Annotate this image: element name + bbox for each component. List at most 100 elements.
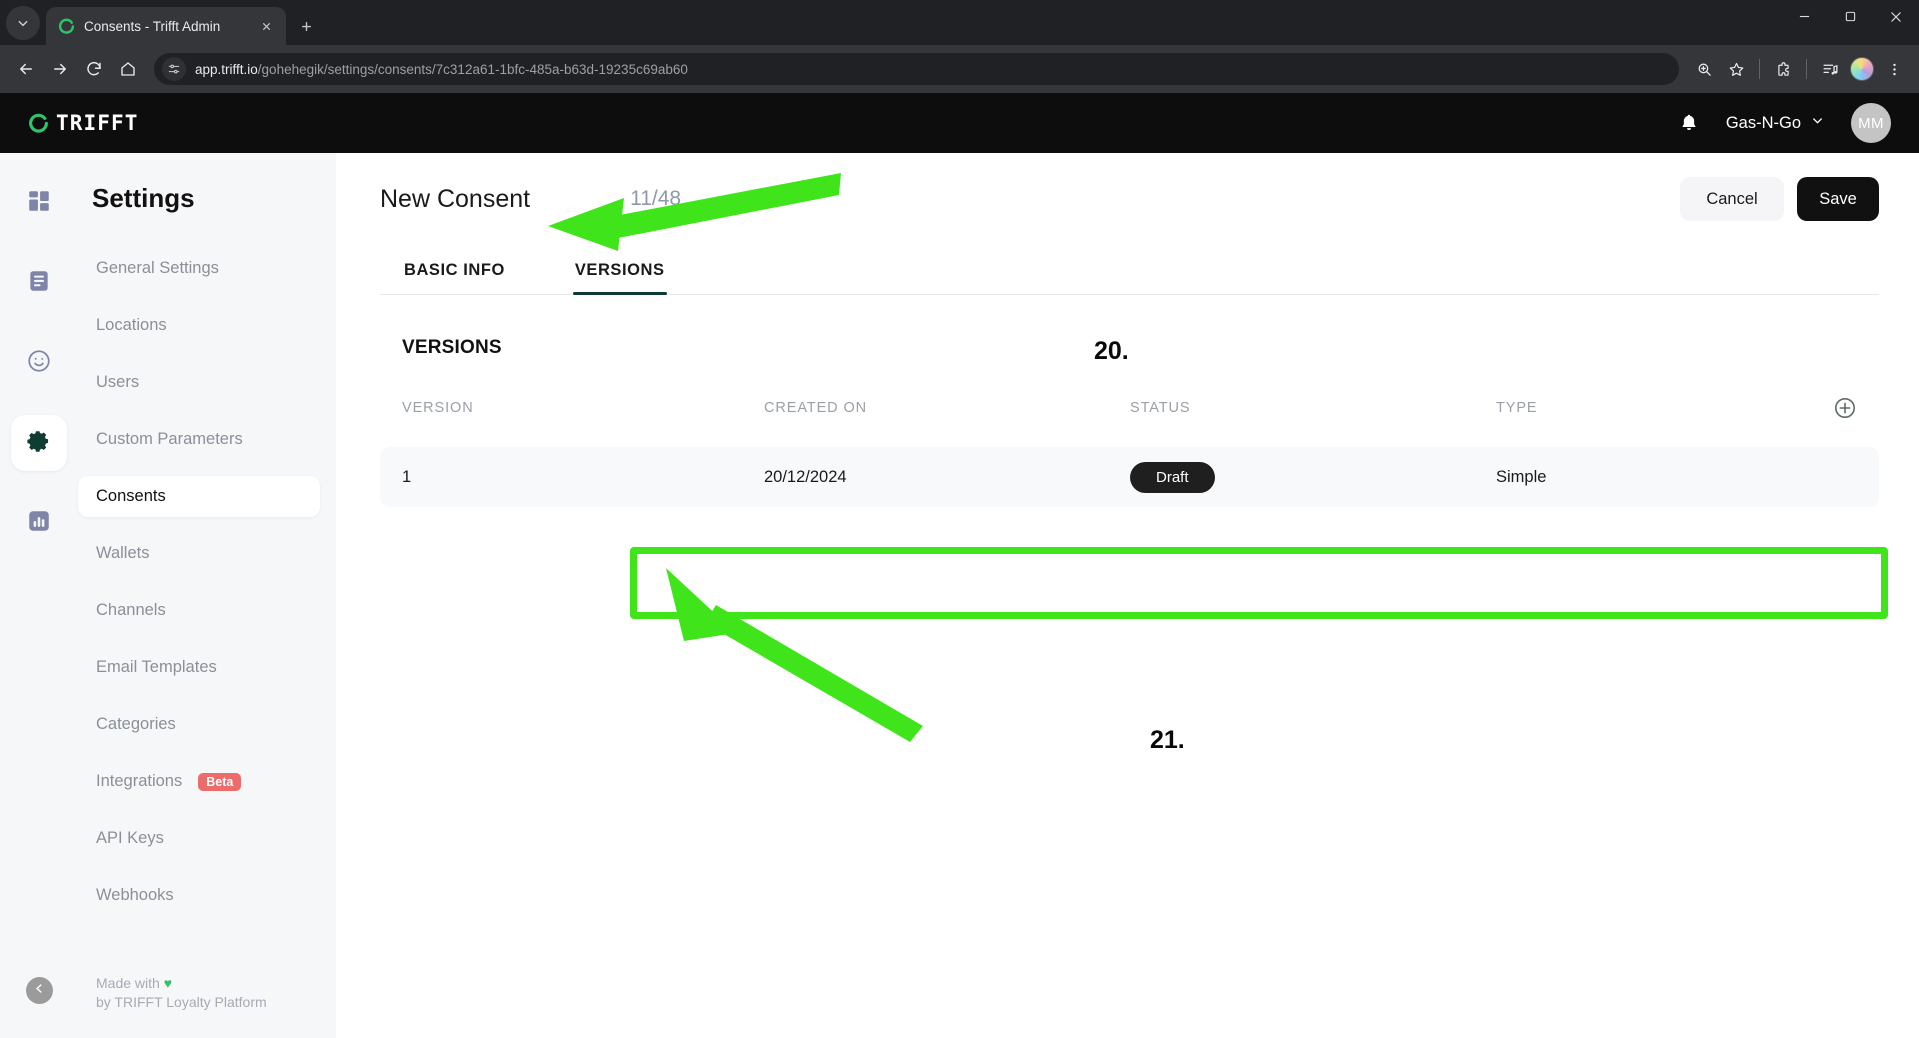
cancel-button[interactable]: Cancel bbox=[1680, 177, 1784, 221]
profile-avatar-icon[interactable] bbox=[1847, 54, 1877, 84]
org-switcher[interactable]: Gas-N-Go bbox=[1726, 113, 1825, 133]
plus-circle-icon[interactable] bbox=[1833, 396, 1857, 420]
media-playlist-icon[interactable] bbox=[1815, 54, 1845, 84]
sidebar-item-general-settings[interactable]: General Settings bbox=[78, 248, 320, 289]
trifft-admin-app: TRIFFT Gas-N-Go MM Settings General Sett… bbox=[0, 93, 1919, 1038]
sidebar-item-categories[interactable]: Categories bbox=[78, 704, 320, 745]
sidebar: Settings General Settings Locations User… bbox=[0, 153, 336, 1038]
status-badge: Draft bbox=[1130, 461, 1215, 493]
column-header-version: VERSION bbox=[402, 400, 474, 416]
close-icon[interactable] bbox=[256, 16, 276, 36]
sidebar-nav: Settings General Settings Locations User… bbox=[78, 153, 336, 1038]
bar-chart-icon bbox=[26, 508, 52, 539]
sidebar-title: Settings bbox=[92, 183, 195, 213]
org-name: Gas-N-Go bbox=[1725, 113, 1801, 132]
sidebar-item-channels[interactable]: Channels bbox=[78, 590, 320, 631]
annotation-highlight-box bbox=[630, 547, 1888, 619]
bell-icon[interactable] bbox=[1678, 112, 1700, 134]
gear-icon bbox=[26, 428, 52, 459]
page-title: New Consent bbox=[380, 184, 531, 213]
browser-tab-strip: Consents - Trifft Admin bbox=[0, 0, 1919, 45]
sidebar-item-label: API Keys bbox=[96, 829, 164, 847]
bookmark-star-icon[interactable] bbox=[1721, 54, 1751, 84]
logo-text: TRIFFT bbox=[56, 111, 139, 135]
sidebar-item-label: Users bbox=[96, 373, 140, 391]
home-icon[interactable] bbox=[112, 53, 144, 85]
sidebar-item-label: Email Templates bbox=[96, 658, 217, 676]
window-controls bbox=[1781, 0, 1919, 45]
sidebar-item-wallets[interactable]: Wallets bbox=[78, 533, 320, 574]
zoom-icon[interactable] bbox=[1689, 54, 1719, 84]
browser-window: Consents - Trifft Admin app.trifft.io/go… bbox=[0, 0, 1919, 1038]
app-body: Settings General Settings Locations User… bbox=[0, 153, 1919, 1038]
tab-search-chevron-down-icon[interactable] bbox=[6, 6, 40, 40]
minimize-icon[interactable] bbox=[1781, 0, 1827, 33]
tab-basic-info[interactable]: BASIC INFO bbox=[402, 245, 507, 294]
sidebar-item-locations[interactable]: Locations bbox=[78, 305, 320, 346]
document-icon bbox=[26, 268, 52, 299]
address-bar-url: app.trifft.io/gohehegik/settings/consent… bbox=[195, 62, 688, 77]
dashboard-grid-icon bbox=[26, 188, 52, 219]
rail-item-customers[interactable] bbox=[11, 335, 67, 391]
site-settings-tune-icon[interactable] bbox=[162, 57, 186, 81]
sidebar-item-label: General Settings bbox=[96, 259, 219, 277]
avatar[interactable]: MM bbox=[1851, 103, 1891, 143]
table-row[interactable]: 1 20/12/2024 Draft Simple bbox=[380, 447, 1879, 507]
cell-type: Simple bbox=[1496, 467, 1547, 486]
sidebar-item-webhooks[interactable]: Webhooks bbox=[78, 875, 320, 916]
save-button[interactable]: Save bbox=[1797, 177, 1879, 221]
chevron-left-icon bbox=[33, 982, 46, 1000]
page-actions: Cancel Save bbox=[1680, 177, 1879, 221]
extensions-puzzle-icon[interactable] bbox=[1768, 54, 1798, 84]
sidebar-item-api-keys[interactable]: API Keys bbox=[78, 818, 320, 859]
versions-table-header: VERSION CREATED ON STATUS TYPE bbox=[380, 391, 1879, 425]
cell-version: 1 bbox=[402, 467, 412, 486]
sidebar-item-label: Locations bbox=[96, 316, 167, 334]
browser-tab[interactable]: Consents - Trifft Admin bbox=[46, 7, 286, 45]
column-header-status: STATUS bbox=[1130, 400, 1191, 416]
sidebar-item-integrations[interactable]: Integrations Beta bbox=[78, 761, 320, 802]
app-header-actions: Gas-N-Go MM bbox=[1678, 103, 1891, 143]
rail-item-content[interactable] bbox=[11, 255, 67, 311]
back-arrow-left-icon[interactable] bbox=[10, 53, 42, 85]
trifft-logo[interactable]: TRIFFT bbox=[28, 111, 138, 135]
app-header: TRIFFT Gas-N-Go MM bbox=[0, 93, 1919, 153]
footer-platform: by TRIFFT Loyalty Platform bbox=[96, 994, 267, 1011]
address-bar[interactable]: app.trifft.io/gohehegik/settings/consent… bbox=[154, 53, 1679, 85]
sidebar-item-email-templates[interactable]: Email Templates bbox=[78, 647, 320, 688]
url-path: /gohehegik/settings/consents/7c312a61-1b… bbox=[257, 61, 688, 77]
close-icon[interactable] bbox=[1873, 0, 1919, 33]
chevron-down-icon bbox=[1810, 113, 1825, 133]
column-header-created-on: CREATED ON bbox=[764, 400, 867, 416]
toolbar-divider bbox=[1806, 59, 1807, 79]
content-tabs: BASIC INFO VERSIONS bbox=[380, 245, 1879, 295]
tab-versions[interactable]: VERSIONS bbox=[572, 245, 667, 295]
rail-item-dashboard[interactable] bbox=[11, 175, 67, 231]
sidebar-item-label: Custom Parameters bbox=[96, 430, 243, 448]
section-title-versions: VERSIONS bbox=[402, 337, 502, 358]
sidebar-item-label: Webhooks bbox=[96, 886, 174, 904]
beta-badge: Beta bbox=[198, 772, 242, 791]
three-dots-menu-icon[interactable] bbox=[1879, 54, 1909, 84]
sidebar-item-consents[interactable]: Consents bbox=[78, 476, 320, 517]
sidebar-icon-rail bbox=[0, 153, 78, 1038]
versions-table: VERSION CREATED ON STATUS TYPE 1 20/12/2… bbox=[380, 391, 1879, 507]
forward-arrow-right-icon[interactable] bbox=[44, 53, 76, 85]
maximize-icon[interactable] bbox=[1827, 0, 1873, 33]
sidebar-item-label: Integrations bbox=[96, 772, 183, 790]
avatar-initials: MM bbox=[1858, 114, 1884, 132]
browser-tab-title: Consents - Trifft Admin bbox=[84, 18, 221, 34]
reload-icon[interactable] bbox=[78, 53, 110, 85]
sidebar-item-label: Consents bbox=[96, 487, 166, 505]
sidebar-collapse-button[interactable] bbox=[25, 977, 53, 1004]
page-header: New Consent 11/48 Cancel Save bbox=[380, 153, 1879, 245]
footer-made-with: Made with bbox=[96, 975, 160, 992]
rail-item-reports[interactable] bbox=[11, 495, 67, 551]
sidebar-item-users[interactable]: Users bbox=[78, 362, 320, 403]
rail-item-settings[interactable] bbox=[11, 415, 67, 471]
sidebar-item-label: Wallets bbox=[96, 544, 150, 562]
new-tab-plus-icon[interactable] bbox=[290, 10, 322, 42]
sidebar-item-custom-parameters[interactable]: Custom Parameters bbox=[78, 419, 320, 460]
toolbar-divider bbox=[1759, 59, 1760, 79]
annotation-label-21: 21. bbox=[1148, 724, 1186, 756]
